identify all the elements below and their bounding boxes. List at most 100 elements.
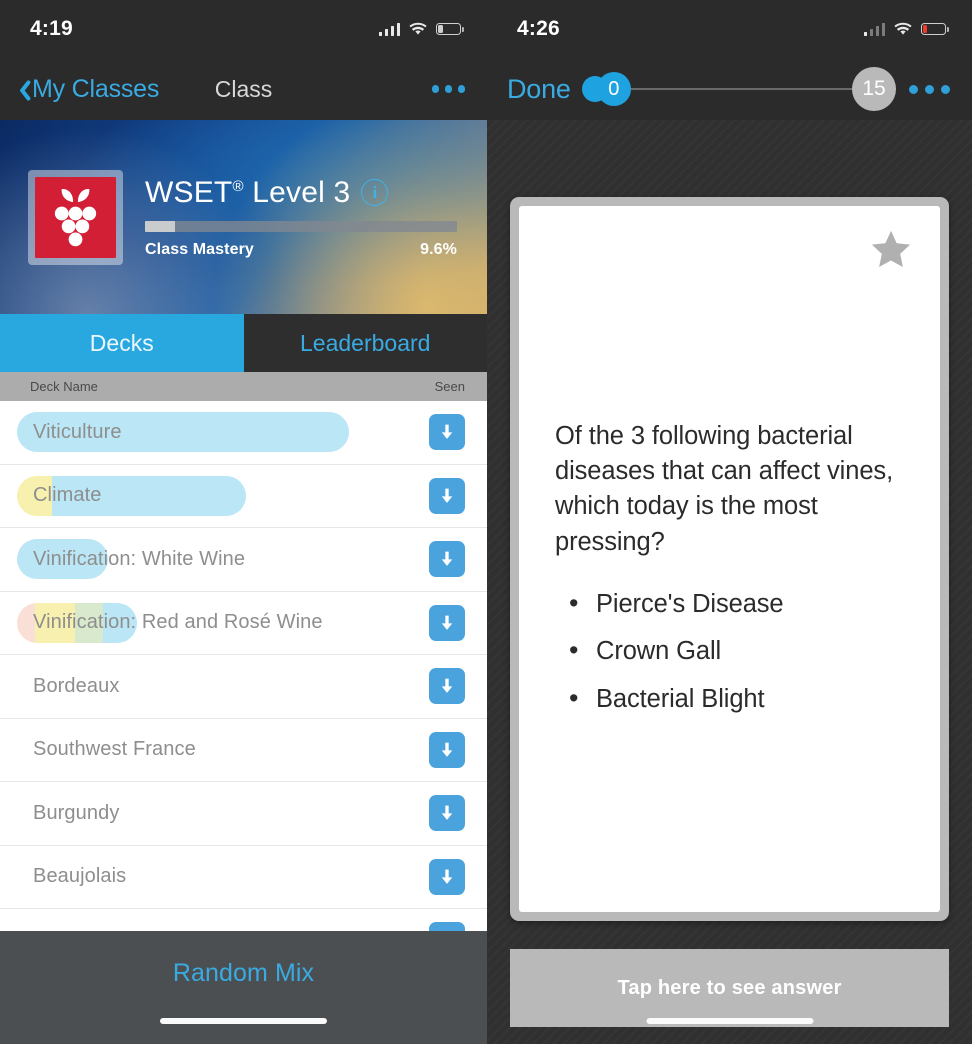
home-indicator xyxy=(646,1018,813,1024)
dot xyxy=(444,85,452,93)
deck-pill-wrapper: Bordeaux xyxy=(17,666,429,706)
deck-name: Beaujolais xyxy=(33,865,127,888)
download-arrow-icon[interactable] xyxy=(429,795,465,832)
slider-current-knob[interactable]: 0 xyxy=(596,72,631,106)
dot xyxy=(941,84,950,94)
deck-list-header: Deck Name Seen xyxy=(0,372,487,401)
download-arrow-icon[interactable] xyxy=(429,731,465,768)
download-arrow-icon[interactable] xyxy=(429,477,465,514)
status-icons xyxy=(378,22,464,36)
dot xyxy=(457,85,465,93)
battery-icon xyxy=(436,22,464,36)
chevron-left-icon xyxy=(14,78,27,101)
deck-name: Climate xyxy=(33,484,102,507)
status-time: 4:26 xyxy=(517,17,560,40)
class-info: WSET® Level 3 i Class Mastery 9.6% xyxy=(145,176,487,259)
deck-list[interactable]: Viticulture Climate Vinification: White Wi… xyxy=(0,401,487,973)
deck-name: Vinification: Red and Rosé Wine xyxy=(33,611,323,634)
class-mastery-row: Class Mastery 9.6% xyxy=(145,241,457,259)
download-arrow-icon[interactable] xyxy=(429,668,465,705)
class-logo xyxy=(28,169,123,265)
tab-leaderboard-label: Leaderboard xyxy=(300,329,431,356)
dot xyxy=(925,84,934,94)
wifi-icon xyxy=(894,22,912,36)
deck-name: Vinification: White Wine xyxy=(33,547,246,570)
column-header-seen: Seen xyxy=(434,379,465,394)
cellular-signal-icon xyxy=(378,22,400,36)
deck-row[interactable]: Southwest France xyxy=(0,719,487,782)
dot xyxy=(431,85,439,93)
deck-row[interactable]: Burgundy xyxy=(0,782,487,846)
flashcard-inner: Of the 3 following bacterial diseases th… xyxy=(519,206,940,912)
back-button[interactable]: My Classes xyxy=(14,75,159,104)
status-time: 4:19 xyxy=(30,17,73,40)
tab-decks-label: Decks xyxy=(89,329,154,356)
flashcard[interactable]: Of the 3 following bacterial diseases th… xyxy=(510,197,949,921)
dual-phone-screenshot: 4:19 My Classes Class WSET® Level 3 i Cl… xyxy=(0,0,972,1044)
slider-track xyxy=(605,87,870,91)
deck-row[interactable]: Beaujolais xyxy=(0,846,487,909)
flashcard-option: Bacterial Blight xyxy=(569,685,904,713)
flashcard-option: Pierce's Disease xyxy=(569,590,904,618)
left-status-bar: 4:19 xyxy=(0,0,487,58)
class-mastery-progress-bar xyxy=(145,220,457,232)
more-options-button[interactable] xyxy=(909,84,950,94)
class-mastery-progress-fill xyxy=(145,220,175,232)
deck-pill-wrapper: Burgundy xyxy=(17,793,429,833)
registered-mark: ® xyxy=(232,177,244,195)
deck-pill-wrapper: Climate xyxy=(17,475,429,516)
deck-pill-wrapper: Vinification: Red and Rosé Wine xyxy=(17,602,429,643)
download-arrow-icon[interactable] xyxy=(429,414,465,451)
battery-icon xyxy=(921,22,949,36)
tab-bar: Decks Leaderboard xyxy=(0,314,487,372)
slider-total-knob[interactable]: 15 xyxy=(852,67,896,111)
home-indicator xyxy=(160,1018,327,1024)
class-title-row: WSET® Level 3 i xyxy=(145,176,457,210)
deck-row[interactable]: Bordeaux xyxy=(0,655,487,719)
right-status-bar: 4:26 xyxy=(487,0,972,58)
study-top-bar: Done 0 15 xyxy=(487,58,972,120)
show-answer-button[interactable]: Tap here to see answer xyxy=(510,949,949,1027)
random-mix-bar[interactable]: Random Mix xyxy=(0,931,487,1044)
tab-leaderboard[interactable]: Leaderboard xyxy=(243,314,487,372)
info-glyph: i xyxy=(372,183,378,202)
cellular-signal-icon xyxy=(863,22,885,36)
flashcard-options: Pierce's Disease Crown Gall Bacterial Blig… xyxy=(555,590,904,713)
class-banner: WSET® Level 3 i Class Mastery 9.6% xyxy=(0,120,487,314)
deck-pill-wrapper: Beaujolais xyxy=(17,857,429,897)
info-icon[interactable]: i xyxy=(361,179,389,206)
show-answer-label: Tap here to see answer xyxy=(617,976,842,999)
deck-row[interactable]: Climate xyxy=(0,465,487,528)
slider-current-value: 0 xyxy=(608,77,620,100)
deck-name: Southwest France xyxy=(33,738,196,761)
flashcard-question: Of the 3 following bacterial diseases th… xyxy=(555,422,894,556)
study-progress-slider[interactable]: 0 15 xyxy=(581,67,896,111)
download-arrow-icon[interactable] xyxy=(429,541,465,578)
right-phone-study-screen: 4:26 Done 0 15 Of the 3 following bacter… xyxy=(487,0,972,1044)
back-button-label: My Classes xyxy=(32,74,160,103)
column-header-deck-name: Deck Name xyxy=(30,379,98,394)
done-button[interactable]: Done xyxy=(507,74,571,105)
class-mastery-percent: 9.6% xyxy=(420,240,457,258)
star-icon[interactable] xyxy=(868,228,914,277)
flashcard-option: Crown Gall xyxy=(569,637,904,665)
class-mastery-label: Class Mastery xyxy=(145,240,254,258)
class-title-main: WSET xyxy=(145,175,233,209)
class-title: WSET® Level 3 xyxy=(145,176,350,210)
nav-bar: My Classes Class xyxy=(0,58,487,120)
deck-row[interactable]: Vinification: White Wine xyxy=(0,528,487,592)
deck-row[interactable]: Vinification: Red and Rosé Wine xyxy=(0,592,487,655)
deck-name: Burgundy xyxy=(33,801,120,824)
dot xyxy=(909,84,918,94)
download-arrow-icon[interactable] xyxy=(429,604,465,641)
download-arrow-icon[interactable] xyxy=(429,858,465,895)
wifi-icon xyxy=(409,22,427,36)
tab-decks[interactable]: Decks xyxy=(0,314,244,372)
deck-pill-wrapper: Viticulture xyxy=(17,412,429,453)
deck-pill-wrapper: Southwest France xyxy=(17,730,429,770)
left-phone-class-screen: 4:19 My Classes Class WSET® Level 3 i Cl… xyxy=(0,0,487,1044)
more-options-button[interactable] xyxy=(431,85,465,93)
status-icons xyxy=(863,22,949,36)
deck-row[interactable]: Viticulture xyxy=(0,401,487,465)
class-title-suffix: Level 3 xyxy=(243,175,351,209)
